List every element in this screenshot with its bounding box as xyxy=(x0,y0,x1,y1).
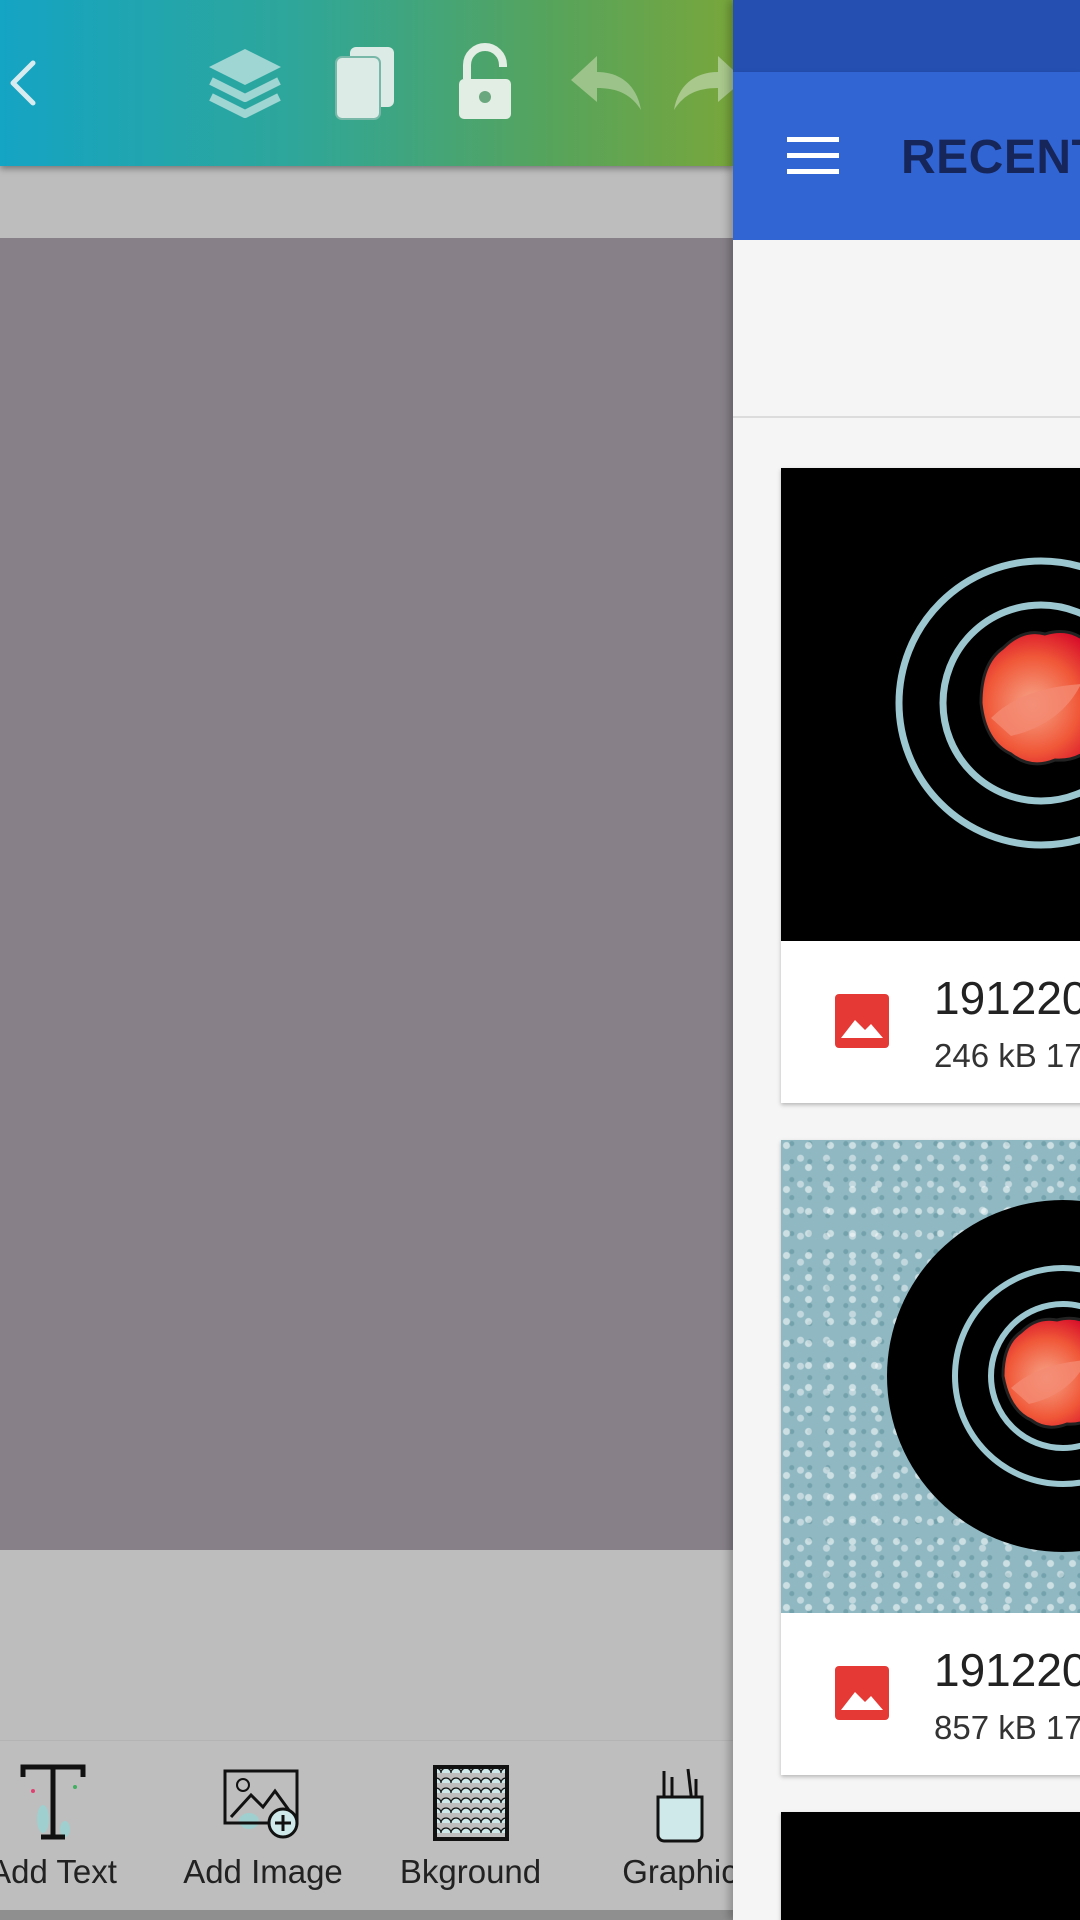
graphics-tool[interactable]: Graphic xyxy=(600,1761,733,1901)
drawer-appbar: RECENT xyxy=(733,72,1080,240)
tool-label: Bkground xyxy=(399,1853,542,1890)
back-icon[interactable] xyxy=(0,38,70,128)
drawer-subheader xyxy=(733,240,1080,418)
file-info: 191220 857 kB 17 xyxy=(781,1613,1080,1775)
image-file-icon xyxy=(835,994,889,1048)
recent-file-card[interactable]: 191220 857 kB 17 xyxy=(781,1140,1080,1775)
undo-icon[interactable] xyxy=(560,38,650,128)
add-image-icon xyxy=(168,1761,358,1845)
drawer-title: RECENT xyxy=(901,131,1080,184)
redo-icon[interactable] xyxy=(665,38,733,128)
tool-label: Graphic xyxy=(622,1853,733,1890)
status-bar xyxy=(733,0,1080,72)
file-thumbnail xyxy=(781,1140,1080,1613)
recent-drawer: RECENT xyxy=(733,0,1080,1920)
file-thumbnail xyxy=(781,1812,1080,1920)
copy-icon[interactable] xyxy=(320,38,410,128)
editor-panel: Add Text Add Image Bkground Graphic xyxy=(0,0,733,1920)
file-meta: 857 kB 17 xyxy=(934,1709,1080,1746)
nav-strip xyxy=(0,1910,733,1920)
tool-label: Add Image xyxy=(183,1853,343,1890)
unlock-icon[interactable] xyxy=(440,38,530,128)
add-image-tool[interactable]: Add Image xyxy=(168,1761,358,1901)
recent-file-card[interactable] xyxy=(781,1812,1080,1920)
background-icon xyxy=(388,1761,553,1845)
tool-label: Add Text xyxy=(0,1853,117,1890)
design-canvas[interactable] xyxy=(0,238,733,1550)
file-thumbnail xyxy=(781,468,1080,941)
file-name: 191220 xyxy=(934,1644,1080,1696)
layers-icon[interactable] xyxy=(200,38,290,128)
file-meta: 246 kB 17 xyxy=(934,1037,1080,1074)
menu-icon[interactable] xyxy=(785,127,841,183)
background-tool[interactable]: Bkground xyxy=(388,1761,553,1901)
file-name: 191220 xyxy=(934,972,1080,1024)
file-info: 191220 246 kB 17 xyxy=(781,941,1080,1103)
editor-toolbar xyxy=(0,0,733,166)
tools-bar: Add Text Add Image Bkground Graphic xyxy=(0,1740,733,1910)
recent-file-card[interactable]: 191220 246 kB 17 xyxy=(781,468,1080,1103)
add-text-icon xyxy=(0,1761,128,1845)
graphics-icon xyxy=(600,1761,733,1845)
add-text-tool[interactable]: Add Text xyxy=(0,1761,128,1901)
image-file-icon xyxy=(835,1666,889,1720)
